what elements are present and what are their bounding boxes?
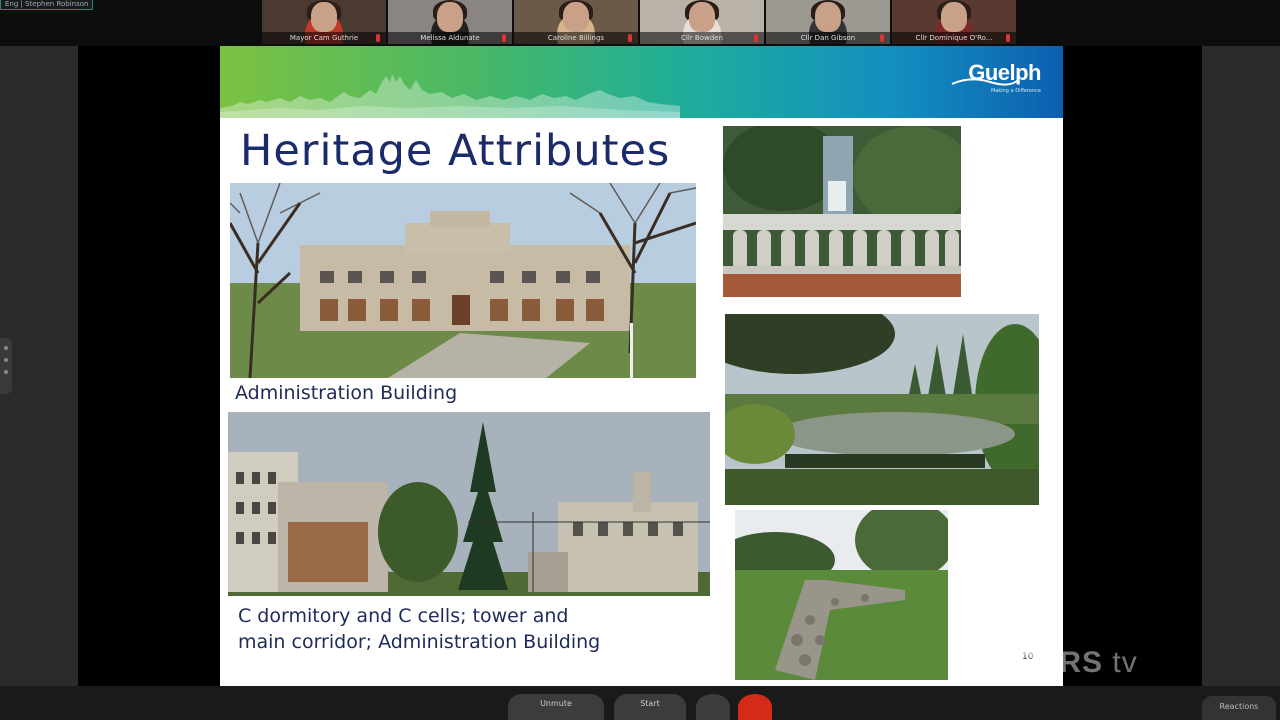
mute-button[interactable]: Unmute	[508, 694, 604, 720]
mic-muted-icon	[376, 34, 380, 42]
video-button[interactable]: Start	[614, 694, 686, 720]
mic-muted-icon	[1006, 34, 1010, 42]
participant-avatar	[815, 2, 841, 32]
pond-photo	[725, 314, 1039, 505]
presentation-slide: Guelph Making a Difference Heritage Attr…	[220, 46, 1063, 686]
participant-name: Cllr Dan Gibson	[766, 32, 890, 44]
participant-tile[interactable]: Melissa Aldunate	[388, 0, 512, 44]
mute-button-label: Unmute	[540, 699, 572, 708]
participant-tile[interactable]: Cllr Dominique O'Ro...	[892, 0, 1016, 44]
right-gutter	[1202, 46, 1280, 686]
caption-dormitory: C dormitory and C cells; tower and main …	[238, 603, 600, 655]
guelph-logo: Guelph Making a Difference	[951, 60, 1041, 94]
left-gutter	[0, 46, 78, 686]
participant-tile[interactable]: Cllr Bowden	[640, 0, 764, 44]
participant-avatar	[311, 2, 337, 32]
participant-tile[interactable]: Mayor Cam Guthrie	[262, 0, 386, 44]
participant-name: Caroline Billings	[514, 32, 638, 44]
broadcaster-watermark: ROGERS tv	[967, 646, 1138, 680]
participant-tiles: Mayor Cam Guthrie Melissa Aldunate Carolin…	[262, 0, 1016, 44]
video-button-label: Start	[640, 699, 660, 708]
participant-avatar	[437, 2, 463, 32]
mic-muted-icon	[628, 34, 632, 42]
participant-avatar	[563, 2, 589, 32]
logo-tagline: Making a Difference	[990, 88, 1041, 94]
balustrade-photo	[723, 126, 961, 297]
caption-dormitory-line1: C dormitory and C cells; tower and	[238, 605, 569, 627]
share-screen-button[interactable]	[696, 694, 730, 720]
meeting-toolbar: Unmute Start Reactions	[0, 686, 1280, 720]
mic-muted-icon	[754, 34, 758, 42]
side-panel-handle[interactable]	[0, 338, 12, 394]
mic-muted-icon	[880, 34, 884, 42]
stone-wall-photo	[735, 510, 948, 680]
logo-swoosh-icon	[951, 78, 1019, 86]
participant-name: Melissa Aldunate	[388, 32, 512, 44]
video-stage: Guelph Making a Difference Heritage Attr…	[0, 46, 1280, 686]
watermark-brand: ROGERS	[967, 646, 1104, 679]
caption-administration-building: Administration Building	[235, 382, 458, 404]
mic-muted-icon	[502, 34, 506, 42]
participant-tile[interactable]: Cllr Dan Gibson	[766, 0, 890, 44]
participant-name: Cllr Bowden	[640, 32, 764, 44]
participant-avatar	[689, 2, 715, 32]
participant-tile[interactable]: Caroline Billings	[514, 0, 638, 44]
watermark-suffix: tv	[1112, 646, 1138, 679]
participant-strip: Eng | Stephen Robinson Mayor Cam Guthrie…	[0, 0, 1280, 46]
caption-dormitory-line2: main corridor; Administration Building	[238, 631, 601, 653]
participant-name: Mayor Cam Guthrie	[262, 32, 386, 44]
participant-name: Cllr Dominique O'Ro...	[892, 32, 1016, 44]
city-skyline-graphic	[220, 74, 680, 118]
leave-call-button[interactable]	[738, 694, 772, 720]
administration-building-photo	[230, 183, 696, 378]
dormitory-cells-photo	[228, 412, 710, 596]
participant-avatar	[941, 2, 967, 32]
reactions-button[interactable]: Reactions	[1202, 696, 1276, 720]
slide-banner: Guelph Making a Difference	[220, 46, 1063, 118]
slide-title: Heritage Attributes	[240, 126, 671, 176]
active-speaker-label: Eng | Stephen Robinson	[0, 0, 94, 10]
